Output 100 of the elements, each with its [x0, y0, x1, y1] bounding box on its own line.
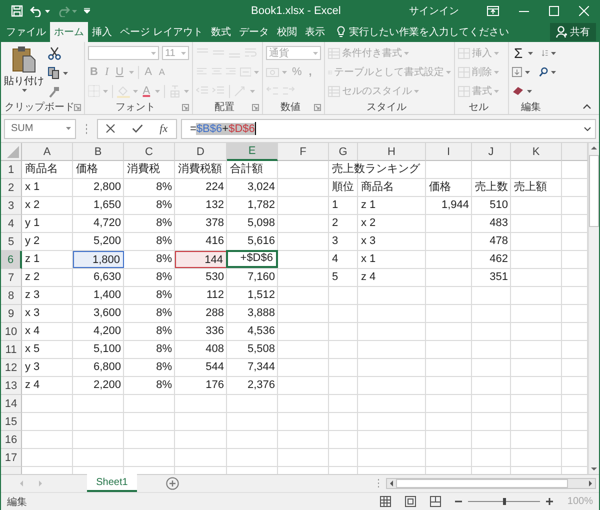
dialog-launcher-icon[interactable]	[182, 104, 189, 111]
row-header[interactable]: 1	[1, 161, 22, 179]
dialog-launcher-icon[interactable]	[74, 104, 81, 111]
zoom-in-icon[interactable]	[546, 498, 554, 505]
normal-view-icon[interactable]	[380, 496, 392, 507]
row-header[interactable]: 12	[1, 359, 22, 377]
row-header[interactable]	[1, 467, 22, 474]
ribbon-tab[interactable]: 挿入	[88, 22, 116, 42]
table-cell-text: x 2	[24, 198, 41, 213]
collapse-ribbon-icon[interactable]	[583, 104, 591, 109]
row-header[interactable]: 11	[1, 341, 22, 359]
row-header[interactable]: 17	[1, 449, 22, 467]
row-header[interactable]: 15	[1, 413, 22, 431]
fill-down-icon[interactable]	[512, 66, 522, 78]
zoom-out-icon[interactable]	[455, 498, 462, 505]
caret-icon[interactable]	[551, 70, 556, 74]
search-icon[interactable]	[538, 66, 548, 78]
table-cell-text: 378	[204, 216, 225, 231]
ribbon-tab[interactable]: データ	[234, 22, 273, 42]
table-cell-text: 売上額	[513, 180, 548, 195]
select-all-button[interactable]	[1, 143, 22, 161]
column-header[interactable]: D	[175, 143, 227, 161]
column-header[interactable]: H	[358, 143, 426, 161]
dialog-launcher-icon[interactable]	[252, 104, 259, 111]
scissors-icon[interactable]	[48, 47, 61, 60]
drag-handle-icon[interactable]	[377, 479, 380, 488]
drag-handle-icon[interactable]	[85, 124, 88, 134]
format-painter-icon[interactable]	[48, 86, 60, 98]
insert-function-button[interactable]: fx	[160, 122, 168, 134]
table-cell-text: 商品名	[24, 162, 59, 177]
row-header[interactable]: 4	[1, 215, 22, 233]
caret-icon[interactable]	[527, 90, 532, 92]
column-header[interactable]: A	[22, 143, 73, 161]
row-header[interactable]: 7	[1, 269, 22, 287]
column-header[interactable]: K	[511, 143, 562, 161]
caret-icon[interactable]	[22, 89, 26, 92]
column-header[interactable]: J	[472, 143, 511, 161]
copy-icon[interactable]	[48, 67, 60, 79]
eraser-icon[interactable]	[512, 86, 524, 96]
column-header[interactable]: I	[426, 143, 472, 161]
window-title: Book1.xlsx - Excel	[251, 5, 341, 17]
caret-icon[interactable]	[45, 10, 50, 12]
ribbon-tab[interactable]: ページ レイアウト	[116, 22, 207, 42]
table-cell-text: z 4	[24, 378, 41, 393]
row-header[interactable]: 3	[1, 197, 22, 215]
ribbon-tab[interactable]: 表示	[300, 22, 329, 42]
sort-icon[interactable]	[542, 47, 548, 59]
scroll-thumb[interactable]	[589, 155, 599, 227]
row-header[interactable]: 5	[1, 233, 22, 251]
row-header[interactable]: 9	[1, 305, 22, 323]
caret-icon[interactable]	[528, 52, 533, 54]
column-header[interactable]: C	[124, 143, 175, 161]
column-header[interactable]: G	[329, 143, 358, 161]
formula-field[interactable]: =$B$6+$D$6	[181, 118, 596, 138]
autosum-button[interactable]: Σ	[512, 46, 525, 60]
previous-sheet-icon[interactable]	[19, 480, 24, 487]
customize-icon[interactable]	[84, 8, 90, 14]
close-icon[interactable]	[579, 6, 589, 16]
share-button[interactable]: 共有	[550, 23, 596, 41]
row-header[interactable]: 13	[1, 377, 22, 395]
scroll-right-icon[interactable]	[586, 479, 595, 488]
row-header[interactable]: 8	[1, 287, 22, 305]
page-break-icon[interactable]	[430, 496, 442, 507]
caret-icon[interactable]	[66, 127, 71, 130]
group-label: 編集	[521, 101, 541, 114]
row-header[interactable]: 14	[1, 395, 22, 413]
cell-editor[interactable]: +$D$6	[226, 250, 278, 268]
cancel-icon[interactable]	[106, 124, 116, 133]
row-header[interactable]: 16	[1, 431, 22, 449]
column-header[interactable]: B	[73, 143, 124, 161]
paste-button[interactable]: 貼り付け	[4, 45, 44, 100]
maximize-icon[interactable]	[549, 6, 559, 16]
column-header[interactable]: F	[278, 143, 329, 161]
column-header[interactable]: E	[227, 143, 278, 161]
add-sheet-icon[interactable]	[166, 477, 179, 490]
caret-icon[interactable]	[63, 72, 68, 74]
save-icon[interactable]	[11, 5, 23, 17]
undo-icon[interactable]	[30, 6, 43, 16]
caret-icon[interactable]	[551, 52, 556, 54]
sheet-tab[interactable]: Sheet1	[87, 474, 137, 492]
name-box[interactable]: SUM	[4, 118, 76, 138]
row-header[interactable]: 2	[1, 179, 22, 197]
caret-icon[interactable]	[524, 70, 530, 74]
ribbon-tab[interactable]: ファイル	[2, 22, 50, 42]
ribbon-tab[interactable]: ホーム	[50, 22, 88, 42]
ribbon-tab[interactable]: 校閲	[272, 22, 301, 42]
row-header[interactable]: 6	[1, 251, 22, 269]
ribbon-display-icon[interactable]	[487, 6, 499, 16]
dialog-launcher-icon[interactable]	[314, 104, 321, 111]
redo-icon[interactable]	[57, 6, 70, 16]
ribbon-tab[interactable]: 数式	[206, 22, 235, 42]
table-cell-text: 3,888	[246, 306, 276, 321]
horizontal-scrollbar[interactable]	[386, 478, 596, 489]
checkmark-icon[interactable]	[132, 124, 143, 133]
next-sheet-icon[interactable]	[38, 480, 43, 487]
vertical-scrollbar[interactable]	[588, 143, 599, 474]
row-header[interactable]: 10	[1, 323, 22, 341]
expand-icon[interactable]	[584, 126, 591, 130]
page-layout-icon[interactable]	[405, 496, 416, 507]
sign-in-link[interactable]: サインイン	[409, 4, 459, 18]
